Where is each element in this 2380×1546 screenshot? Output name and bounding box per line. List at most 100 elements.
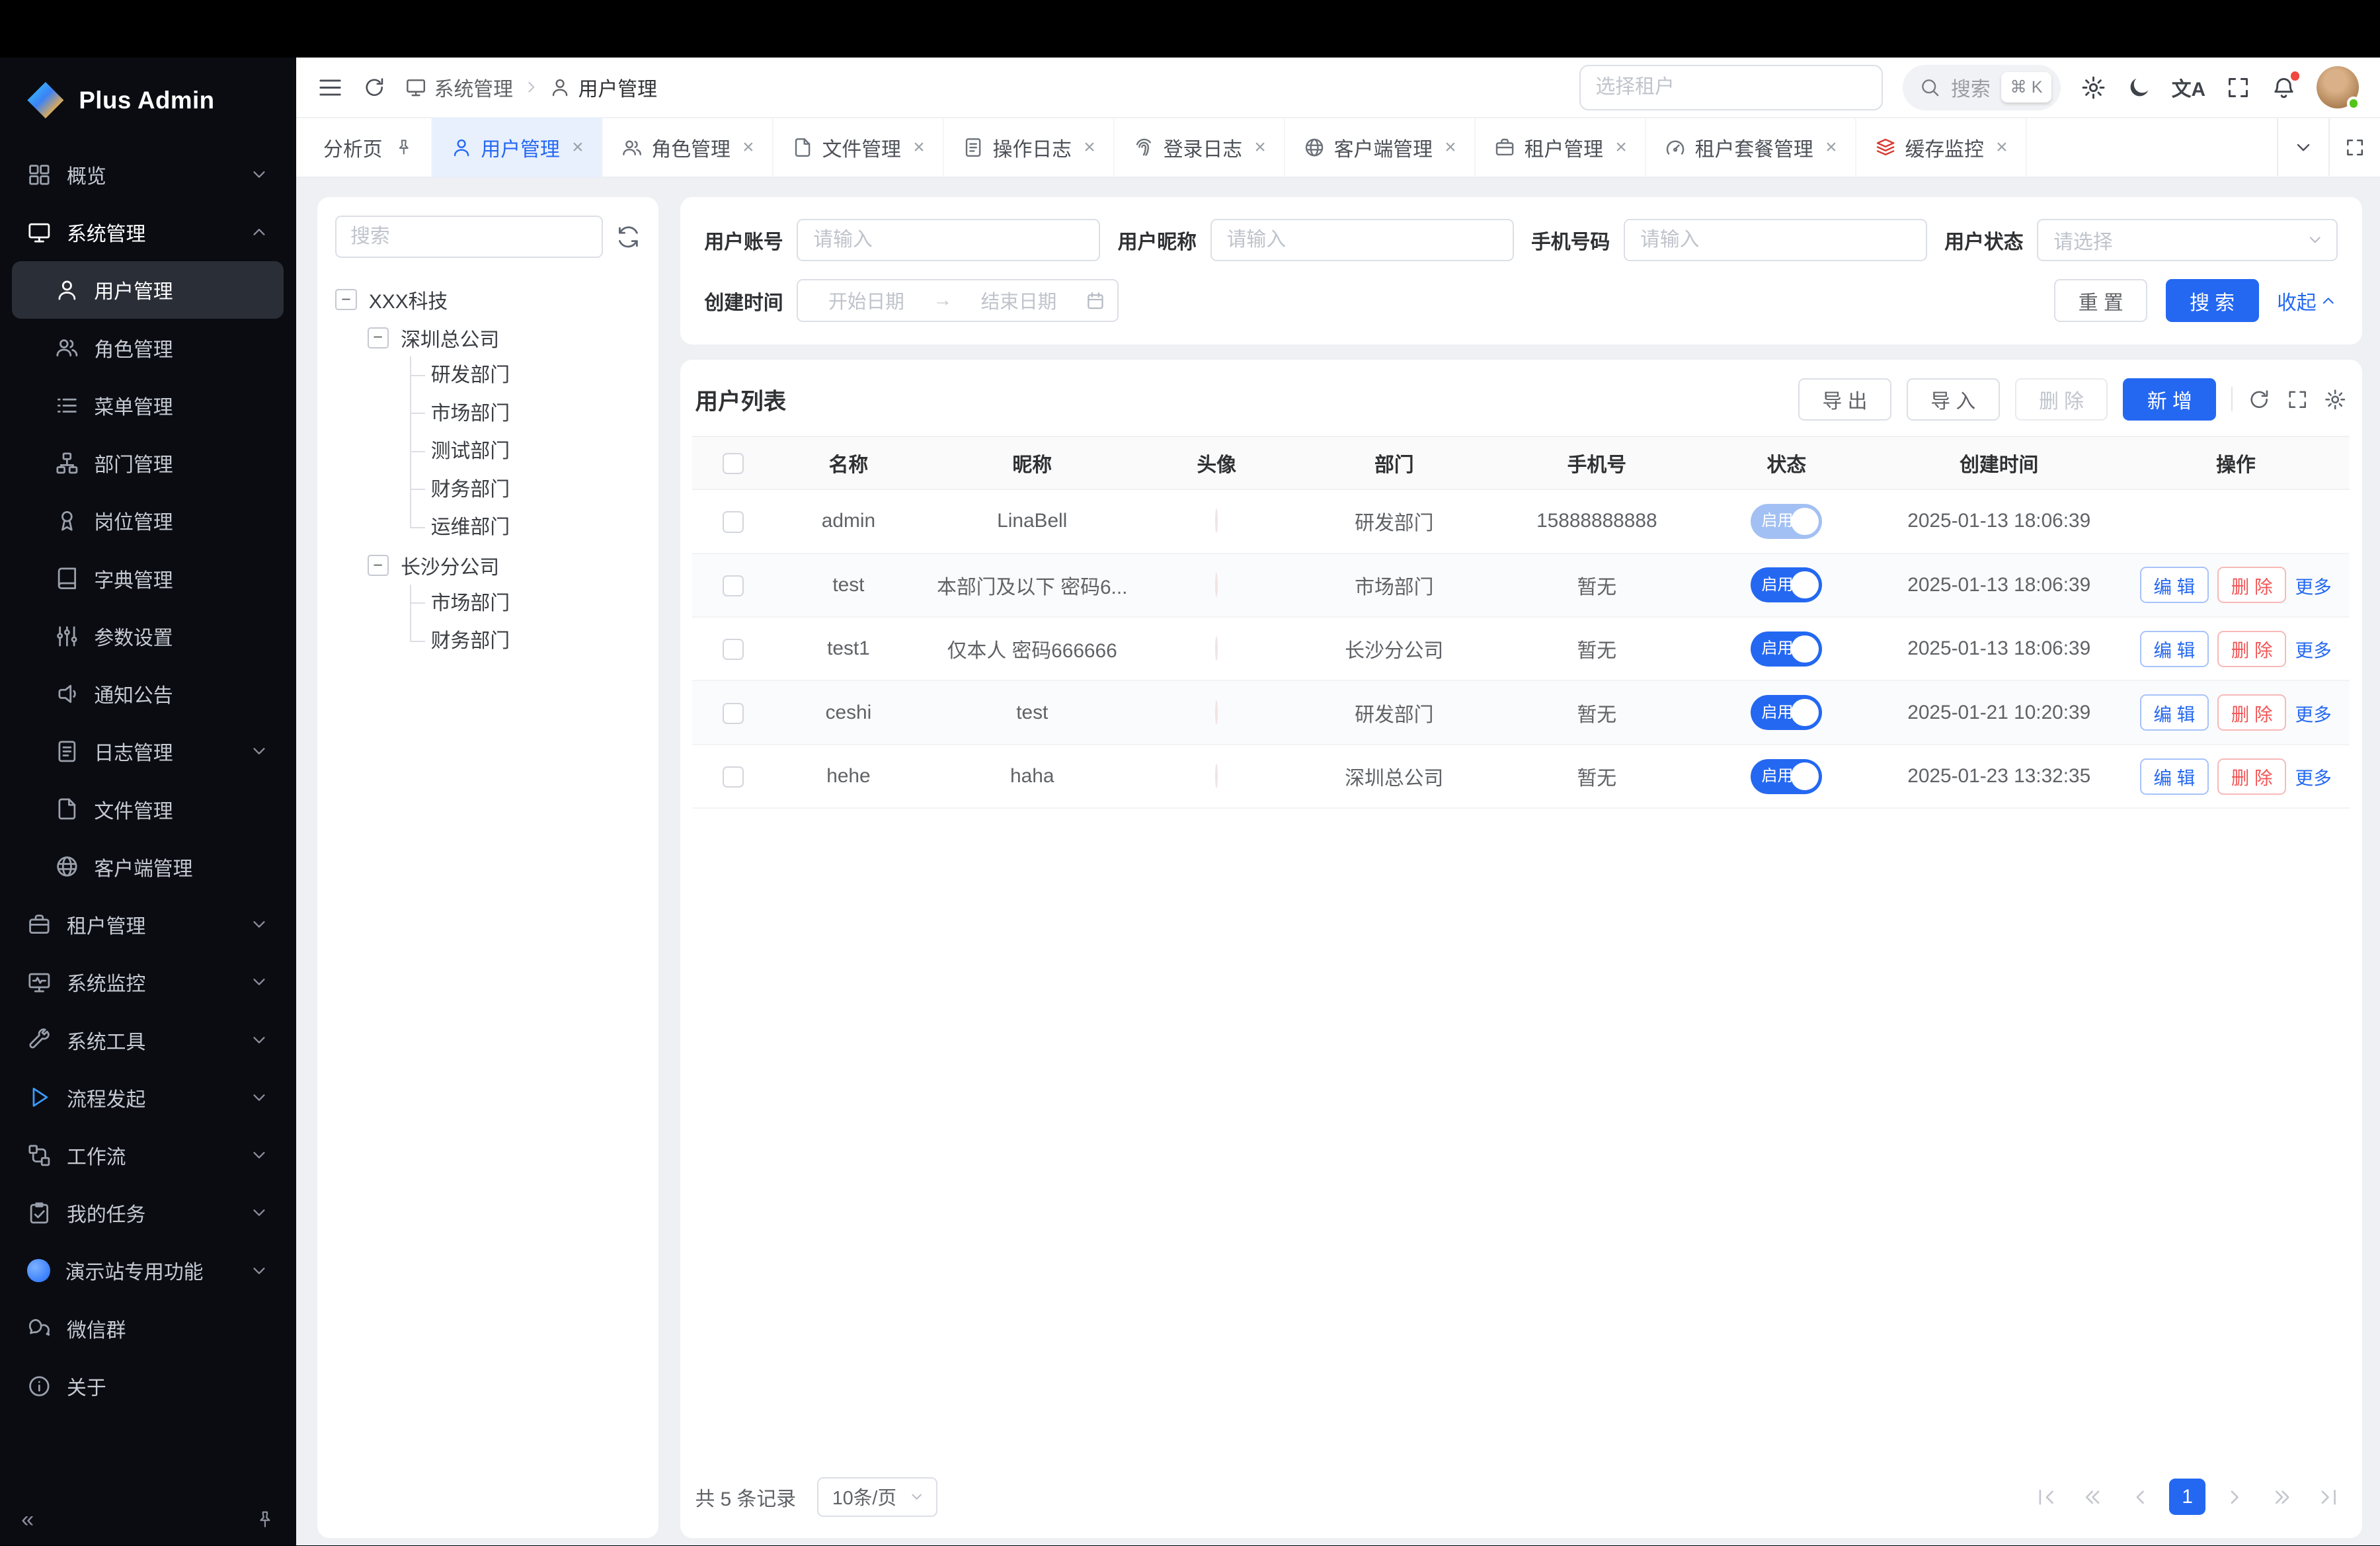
column-settings-icon[interactable] [2324,388,2346,411]
export-button[interactable]: 导 出 [1798,378,1891,421]
last-page-button[interactable] [2311,1479,2347,1515]
tab-client-mgmt[interactable]: 客户端管理 × [1285,118,1476,177]
sidebar-item-overview[interactable]: 概览 [12,145,284,203]
edit-button[interactable]: 编 辑 [2140,694,2208,731]
status-select[interactable]: 请选择 [2037,219,2338,261]
tab-file-mgmt[interactable]: 文件管理 × [774,118,944,177]
sidebar-item-system-tools[interactable]: 系统工具 [12,1011,284,1069]
tab-analysis[interactable]: 分析页 [305,118,432,177]
tree-node-branch[interactable]: − 长沙分公司 [368,546,641,584]
close-icon[interactable]: × [1254,136,1265,159]
next-pages-button[interactable] [2263,1479,2299,1515]
tab-role-mgmt[interactable]: 角色管理 × [603,118,774,177]
row-checkbox[interactable] [723,511,744,532]
account-input[interactable] [797,219,1100,261]
edit-button[interactable]: 编 辑 [2140,631,2208,667]
sidebar-item-role-mgmt[interactable]: 角色管理 [12,319,284,376]
close-icon[interactable]: × [1825,136,1837,159]
status-toggle[interactable]: 启用 [1751,631,1822,667]
status-toggle[interactable]: 启用 [1751,504,1822,539]
sidebar-item-my-tasks[interactable]: 我的任务 [12,1184,284,1242]
first-page-button[interactable] [2028,1479,2065,1515]
sidebar-item-about[interactable]: 关于 [12,1357,284,1414]
close-icon[interactable]: × [1615,136,1626,159]
next-page-button[interactable] [2216,1479,2252,1515]
tab-cache-monitor[interactable]: 缓存监控 × [1856,118,2027,177]
row-delete-button[interactable]: 删 除 [2217,631,2285,667]
collapse-node-icon[interactable]: − [368,555,389,576]
tree-refresh-icon[interactable] [616,225,641,249]
sidebar-item-wechat-group[interactable]: 微信群 [12,1299,284,1357]
tab-tenant-mgmt[interactable]: 租户管理 × [1476,118,1646,177]
collapse-node-icon[interactable]: − [335,289,356,310]
close-icon[interactable]: × [742,136,754,159]
fullscreen-table-icon[interactable] [2286,388,2309,411]
more-button[interactable]: 更多 [2295,640,2332,661]
sidebar-item-log-mgmt[interactable]: 日志管理 [12,723,284,780]
tab-list-dropdown-button[interactable] [2277,118,2328,176]
content-fullscreen-button[interactable] [2328,118,2380,176]
sidebar-item-post-mgmt[interactable]: 岗位管理 [12,492,284,549]
sidebar-item-workflow[interactable]: 工作流 [12,1126,284,1184]
hamburger-menu-icon[interactable] [317,75,343,101]
sidebar-item-system-monitor[interactable]: 系统监控 [12,954,284,1011]
nickname-input[interactable] [1210,219,1514,261]
current-page-button[interactable]: 1 [2169,1479,2205,1515]
breadcrumb-page[interactable]: 用户管理 [549,73,657,102]
tree-node-leaf[interactable]: 研发部门 [411,356,641,394]
select-all-checkbox[interactable] [723,453,744,474]
avatar[interactable] [2317,66,2359,108]
date-range-picker[interactable]: 开始日期 → 结束日期 [797,279,1119,321]
tab-user-mgmt[interactable]: 用户管理 × [432,118,603,177]
close-icon[interactable]: × [572,136,583,159]
tree-node-leaf[interactable]: 市场部门 [411,395,641,432]
collapse-node-icon[interactable]: − [368,327,389,348]
tree-node-leaf[interactable]: 市场部门 [411,585,641,622]
tree-node-leaf[interactable]: 测试部门 [411,432,641,470]
prev-pages-button[interactable] [2075,1479,2112,1515]
more-button[interactable]: 更多 [2295,704,2332,725]
close-icon[interactable]: × [1996,136,2007,159]
edit-button[interactable]: 编 辑 [2140,758,2208,795]
sidebar-item-dept-mgmt[interactable]: 部门管理 [12,434,284,492]
sidebar-item-menu-mgmt[interactable]: 菜单管理 [12,376,284,434]
tab-login-log[interactable]: 登录日志 × [1115,118,1285,177]
row-delete-button[interactable]: 删 除 [2217,694,2285,731]
more-button[interactable]: 更多 [2295,577,2332,597]
row-checkbox[interactable] [723,575,744,596]
sidebar-item-file-mgmt[interactable]: 文件管理 [12,780,284,838]
dark-mode-moon-icon[interactable] [2126,75,2152,101]
edit-button[interactable]: 编 辑 [2140,567,2208,603]
status-toggle[interactable]: 启用 [1751,759,1822,794]
status-toggle[interactable]: 启用 [1751,695,1822,730]
notifications-button[interactable] [2271,75,2297,101]
more-button[interactable]: 更多 [2295,768,2332,788]
pin-icon[interactable] [395,138,413,157]
delete-button[interactable]: 删 除 [2015,378,2108,421]
sidebar-item-notice[interactable]: 通知公告 [12,665,284,722]
sidebar-item-system-mgmt[interactable]: 系统管理 [12,204,284,261]
fullscreen-icon[interactable] [2225,75,2251,101]
tree-search-input[interactable] [335,216,602,258]
tab-tenant-package-mgmt[interactable]: 租户套餐管理 × [1646,118,1856,177]
status-toggle[interactable]: 启用 [1751,567,1822,602]
sidebar-item-process-start[interactable]: 流程发起 [12,1069,284,1126]
tree-node-branch[interactable]: − 深圳总公司 [368,319,641,356]
import-button[interactable]: 导 入 [1907,378,2000,421]
add-button[interactable]: 新 增 [2123,378,2216,421]
close-icon[interactable]: × [913,136,924,159]
close-icon[interactable]: × [1445,136,1456,159]
row-delete-button[interactable]: 删 除 [2217,567,2285,603]
tree-node-leaf[interactable]: 财务部门 [411,622,641,660]
close-icon[interactable]: × [1084,136,1095,159]
page-size-select[interactable]: 10条/页 [817,1477,937,1517]
refresh-page-icon[interactable] [363,76,385,99]
tenant-select-input[interactable] [1579,65,1883,110]
sidebar-item-demo-features[interactable]: 演示站专用功能 [12,1242,284,1299]
sidebar-item-user-mgmt[interactable]: 用户管理 [12,261,284,319]
collapse-filter-link[interactable]: 收起 [2277,286,2338,315]
sidebar-item-dict-mgmt[interactable]: 字典管理 [12,549,284,607]
row-checkbox[interactable] [723,639,744,660]
row-delete-button[interactable]: 删 除 [2217,758,2285,795]
search-button[interactable]: 搜 索 [2166,279,2259,321]
